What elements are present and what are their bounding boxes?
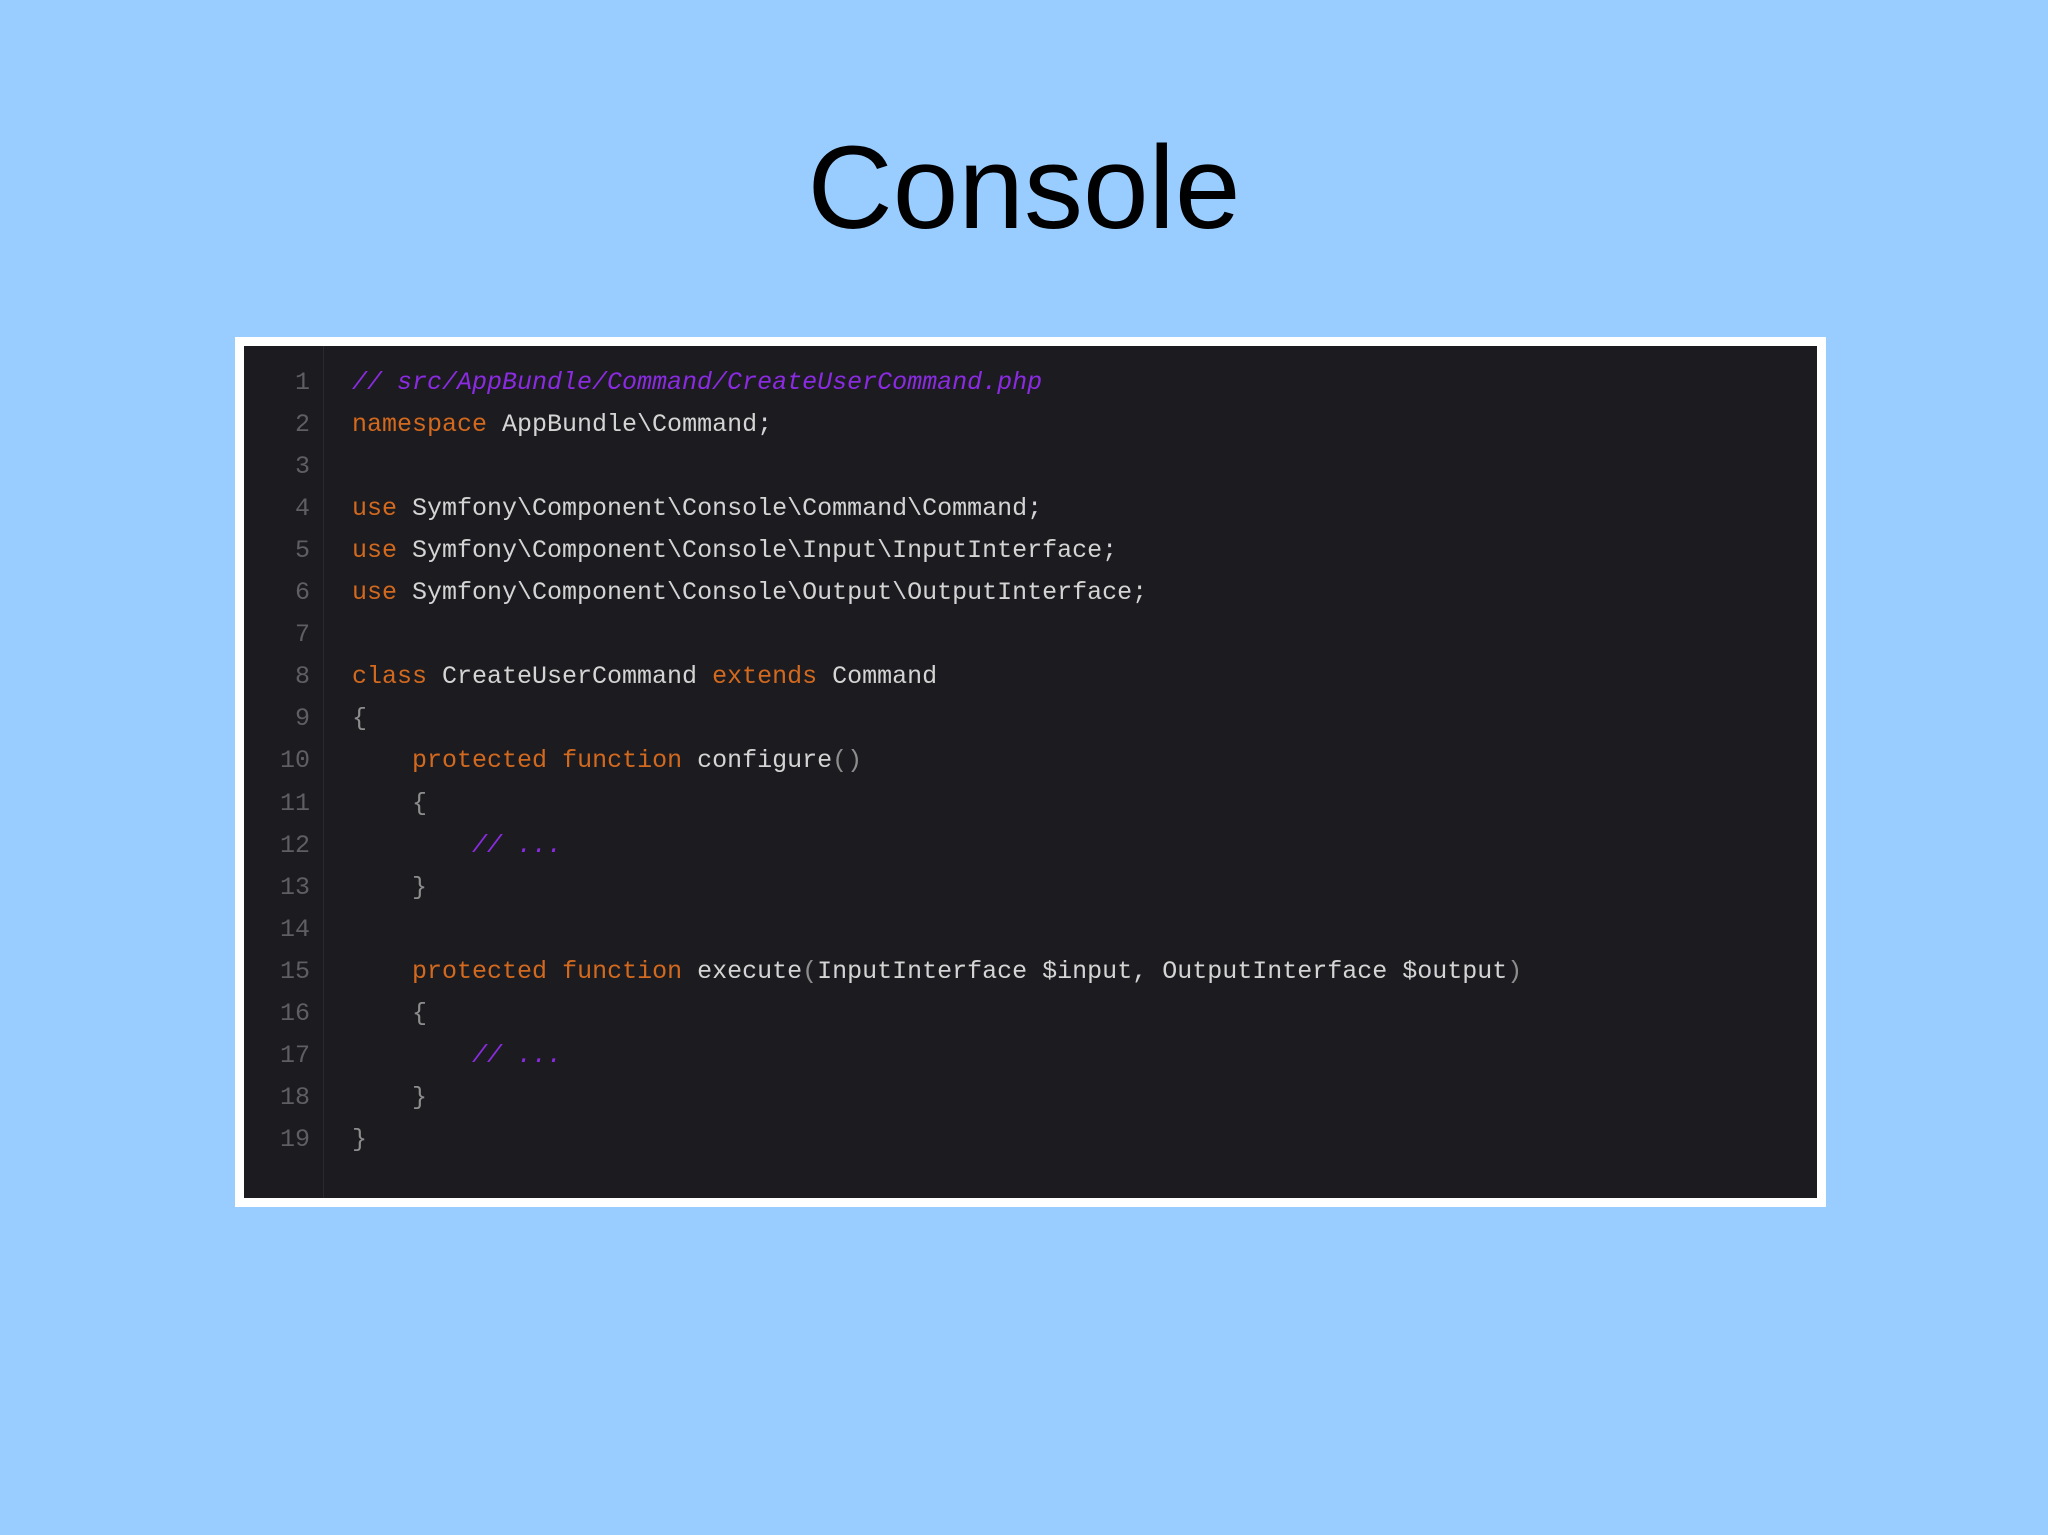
line-number: 1: [294, 368, 310, 397]
line-code: // src/AppBundle/Command/CreateUserComma…: [352, 362, 1042, 404]
line-number: 4: [294, 494, 310, 524]
code-token-punct: }: [352, 1082, 428, 1112]
code-token-punct: (): [832, 746, 863, 776]
line-code: protected function execute(InputInterfac…: [352, 951, 1522, 993]
line-code: // ...: [352, 1035, 562, 1077]
code-token-keyword: extends: [712, 662, 818, 692]
code-token-punct: {: [352, 998, 428, 1028]
code-token-comment: // ...: [472, 830, 563, 860]
code-token-keyword: namespace: [352, 410, 488, 440]
code-token-text: InputInterface $input, OutputInterface $…: [817, 956, 1508, 986]
code-token-keyword: use: [352, 494, 398, 524]
code-token-keyword: class: [352, 662, 428, 692]
line-number: 5: [294, 536, 310, 566]
line-code: protected function configure(): [352, 740, 862, 782]
code-token-text: AppBundle\Command;: [487, 410, 773, 440]
line-code: namespace AppBundle\Command;: [352, 404, 772, 446]
line-number: 9: [294, 704, 310, 734]
code-line: 2 namespace AppBundle\Command;: [244, 404, 1817, 446]
line-number: 19: [279, 1124, 310, 1154]
code-line: 16 {: [244, 993, 1817, 1035]
code-token-keyword: use: [352, 578, 398, 608]
line-code: use Symfony\Component\Console\Command\Co…: [352, 488, 1042, 530]
code-token-comment: // ...: [472, 1040, 563, 1070]
line-number: 11: [279, 788, 310, 818]
code-line: 14: [244, 909, 1817, 951]
code-line: 15 protected function execute(InputInter…: [244, 951, 1817, 993]
line-code: }: [352, 1077, 427, 1119]
code-token-punct: {: [352, 704, 368, 734]
code-screenshot-frame: 1 // src/AppBundle/Command/CreateUserComm…: [235, 337, 1826, 1207]
line-code: use Symfony\Component\Console\Output\Out…: [352, 572, 1147, 614]
line-code: {: [352, 698, 367, 740]
line-number: 7: [294, 620, 310, 650]
code-token-keyword: protected: [412, 956, 548, 986]
code-line: 1 // src/AppBundle/Command/CreateUserComm…: [244, 362, 1817, 404]
line-number: 17: [279, 1040, 310, 1070]
code-line: 18 }: [244, 1077, 1817, 1119]
code-token-keyword: protected: [412, 746, 548, 776]
line-number: 18: [279, 1082, 310, 1112]
code-line: 17 // ...: [244, 1035, 1817, 1077]
line-code: }: [352, 1119, 367, 1161]
code-token-text: Symfony\Component\Console\Command\Comman…: [397, 494, 1043, 524]
code-line: 9{: [244, 698, 1817, 740]
code-token-comment: // src/AppBundle/Command/CreateUserComma…: [352, 368, 1043, 397]
line-number: 3: [294, 452, 310, 482]
code-token-text: CreateUserCommand: [427, 662, 713, 692]
line-number: 12: [279, 830, 310, 860]
code-token-keyword: use: [352, 536, 398, 566]
line-code: {: [352, 993, 427, 1035]
code-line: 4 use Symfony\Component\Console\Command\C…: [244, 488, 1817, 530]
line-number: 13: [279, 872, 310, 902]
code-line: 6 use Symfony\Component\Console\Output\Ou…: [244, 572, 1817, 614]
code-editor-panel: 1 // src/AppBundle/Command/CreateUserComm…: [244, 346, 1817, 1198]
line-number: 10: [279, 746, 310, 776]
code-line: 13 }: [244, 867, 1817, 909]
code-token-text: Symfony\Component\Console\Output\OutputI…: [397, 578, 1148, 608]
code-token-punct: (: [802, 956, 818, 986]
code-line: 12 // ...: [244, 825, 1817, 867]
line-number: 8: [294, 662, 310, 692]
code-line: 7: [244, 614, 1817, 656]
line-number: 2: [294, 410, 310, 440]
code-token-punct: {: [352, 788, 428, 818]
code-token-text: execute: [682, 956, 803, 986]
code-token-keyword: function: [562, 956, 683, 986]
code-token-text: Symfony\Component\Console\Input\InputInt…: [397, 536, 1118, 566]
code-line: 3: [244, 446, 1817, 488]
line-code: class CreateUserCommand extends Command: [352, 656, 937, 698]
code-line: 10 protected function configure(): [244, 740, 1817, 782]
code-line: 5 use Symfony\Component\Console\Input\Inp…: [244, 530, 1817, 572]
code-token-keyword: function: [562, 746, 683, 776]
code-token-punct: ): [1507, 956, 1523, 986]
slide-title: Console: [807, 122, 1241, 254]
line-code: use Symfony\Component\Console\Input\Inpu…: [352, 530, 1117, 572]
line-number: 14: [279, 914, 310, 944]
code-token-punct: }: [352, 1124, 368, 1154]
line-number: 15: [279, 956, 310, 986]
code-line: 8 class CreateUserCommand extends Command: [244, 656, 1817, 698]
code-line: 11 {: [244, 783, 1817, 825]
code-token-punct: }: [352, 872, 428, 902]
line-number: 16: [279, 998, 310, 1028]
line-code: }: [352, 867, 427, 909]
code-token-text: Command: [817, 662, 938, 692]
code-line: 19}: [244, 1119, 1817, 1161]
line-number: 6: [294, 578, 310, 608]
code-token-text: configure: [682, 746, 833, 776]
line-code: // ...: [352, 825, 562, 867]
line-code: {: [352, 783, 427, 825]
